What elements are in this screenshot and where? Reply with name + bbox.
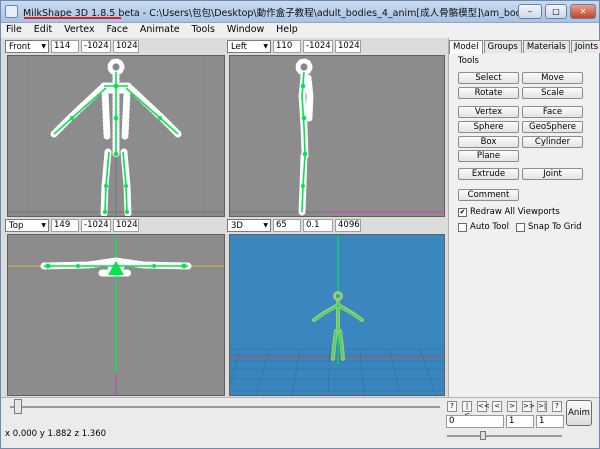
anim-toggle-button[interactable]: Anim xyxy=(566,400,592,426)
chevron-down-icon: ▼ xyxy=(263,43,268,50)
snap-to-grid-checkbox[interactable]: Snap To Grid xyxy=(516,222,582,232)
scale-button[interactable]: Scale xyxy=(522,87,583,99)
persp-field-2[interactable]: 0.1 xyxy=(303,219,333,232)
plane-button[interactable]: Plane xyxy=(458,150,519,162)
face-button[interactable]: Face xyxy=(522,106,583,118)
tab-materials[interactable]: Materials xyxy=(522,40,570,53)
rotate-button[interactable]: Rotate xyxy=(458,87,519,99)
title-highlight-underline xyxy=(24,17,121,19)
geosphere-button[interactable]: GeoSphere xyxy=(522,121,583,133)
menu-file[interactable]: File xyxy=(1,23,26,35)
minimize-button[interactable]: – xyxy=(518,4,542,19)
left-field-1[interactable]: 110 xyxy=(273,40,301,53)
frame-start-field[interactable]: 0 xyxy=(446,415,504,428)
menu-window[interactable]: Window xyxy=(222,23,268,35)
first-frame-button[interactable]: |< xyxy=(462,401,472,419)
auto-tool-checkbox[interactable]: Auto Tool xyxy=(458,222,509,232)
top-viewport-header: Top ▼ 149 -1024 1024 xyxy=(5,218,139,233)
menu-help[interactable]: Help xyxy=(271,23,302,35)
panel-tabs: Model Groups Materials Joints xyxy=(449,40,600,54)
tools-group-label: Tools xyxy=(458,56,479,66)
anim-help-button[interactable]: ? xyxy=(447,401,457,412)
timeline-thumb[interactable] xyxy=(14,399,22,414)
perspective-viewport[interactable] xyxy=(229,234,445,396)
left-view-select[interactable]: Left ▼ xyxy=(227,40,271,53)
tab-groups[interactable]: Groups xyxy=(483,40,522,53)
chevron-down-icon: ▼ xyxy=(41,43,46,50)
left-viewport[interactable] xyxy=(229,55,445,217)
menu-animate[interactable]: Animate xyxy=(135,23,184,35)
select-button[interactable]: Select xyxy=(458,72,519,84)
app-window: MilkShape 3D 1.8.5 beta - C:\Users\包包\De… xyxy=(0,0,600,449)
joint-button[interactable]: Joint xyxy=(522,168,583,180)
persp-view-label: 3D xyxy=(231,220,243,231)
tab-joints[interactable]: Joints xyxy=(570,40,600,53)
front-viewport-header: Front ▼ 114 -1024 1024 xyxy=(5,39,139,54)
persp-field-3[interactable]: 4096 xyxy=(335,219,361,232)
checkmark-icon: ✔ xyxy=(458,207,467,217)
checkbox-empty-icon xyxy=(516,222,525,232)
checkbox-empty-icon xyxy=(458,222,467,232)
redraw-all-checkbox[interactable]: ✔ Redraw All Viewports xyxy=(458,207,560,217)
close-button[interactable]: ✕ xyxy=(570,4,596,19)
front-field-3[interactable]: 1024 xyxy=(113,40,139,53)
vertex-button[interactable]: Vertex xyxy=(458,106,519,118)
menu-face[interactable]: Face xyxy=(101,23,131,35)
persp-viewport-header: 3D ▼ 65 0.1 4096 xyxy=(227,218,361,233)
prev-frame-button[interactable]: < xyxy=(492,401,502,412)
top-view-label: Top xyxy=(9,220,24,231)
anim-options-button[interactable]: ? xyxy=(552,401,562,412)
snap-to-grid-label: Snap To Grid xyxy=(528,222,582,232)
tool-panel: Model Groups Materials Joints Tools Sele… xyxy=(448,38,600,428)
speed-slider-track[interactable] xyxy=(447,435,562,437)
top-viewport[interactable] xyxy=(7,234,225,396)
fast-forward-button[interactable]: >> xyxy=(522,401,535,412)
menu-edit[interactable]: Edit xyxy=(29,23,56,35)
app-icon xyxy=(5,5,18,18)
left-field-3[interactable]: 1024 xyxy=(335,40,361,53)
left-field-2[interactable]: -1024 xyxy=(303,40,333,53)
box-button[interactable]: Box xyxy=(458,136,519,148)
chevron-down-icon: ▼ xyxy=(263,222,268,229)
top-field-1[interactable]: 149 xyxy=(51,219,79,232)
frame-end-field[interactable]: 1 xyxy=(536,415,564,428)
menu-bar: File Edit Vertex Face Animate Tools Wind… xyxy=(1,23,599,38)
move-button[interactable]: Move xyxy=(522,72,583,84)
front-viewport[interactable] xyxy=(7,55,225,217)
sphere-button[interactable]: Sphere xyxy=(458,121,519,133)
timeline-track[interactable] xyxy=(10,406,440,408)
top-field-2[interactable]: -1024 xyxy=(81,219,111,232)
chevron-down-icon: ▼ xyxy=(41,222,46,229)
front-view-select[interactable]: Front ▼ xyxy=(5,40,49,53)
rewind-button[interactable]: << xyxy=(477,401,490,412)
title-bar: MilkShape 3D 1.8.5 beta - C:\Users\包包\De… xyxy=(1,1,599,23)
top-view-select[interactable]: Top ▼ xyxy=(5,219,49,232)
front-field-1[interactable]: 114 xyxy=(51,40,79,53)
extrude-button[interactable]: Extrude xyxy=(458,168,519,180)
speed-slider-thumb[interactable] xyxy=(480,431,486,440)
auto-tool-label: Auto Tool xyxy=(470,222,509,232)
front-view-label: Front xyxy=(9,41,31,52)
maximize-button[interactable]: □ xyxy=(545,4,567,19)
coordinate-readout: x 0.000 y 1.882 z 1.360 xyxy=(5,429,107,439)
top-field-3[interactable]: 1024 xyxy=(113,219,139,232)
next-frame-button[interactable]: > xyxy=(507,401,517,412)
frame-current-field[interactable]: 1 xyxy=(506,415,534,428)
menu-tools[interactable]: Tools xyxy=(187,23,219,35)
menu-vertex[interactable]: Vertex xyxy=(59,23,99,35)
redraw-all-label: Redraw All Viewports xyxy=(470,207,560,217)
last-frame-button[interactable]: >| xyxy=(537,401,547,412)
front-field-2[interactable]: -1024 xyxy=(81,40,111,53)
cylinder-button[interactable]: Cylinder xyxy=(522,136,583,148)
left-viewport-header: Left ▼ 110 -1024 1024 xyxy=(227,39,361,54)
comment-button[interactable]: Comment xyxy=(458,189,519,201)
persp-field-1[interactable]: 65 xyxy=(273,219,301,232)
left-view-label: Left xyxy=(231,41,247,52)
tab-model[interactable]: Model xyxy=(449,40,483,54)
persp-view-select[interactable]: 3D ▼ xyxy=(227,219,271,232)
